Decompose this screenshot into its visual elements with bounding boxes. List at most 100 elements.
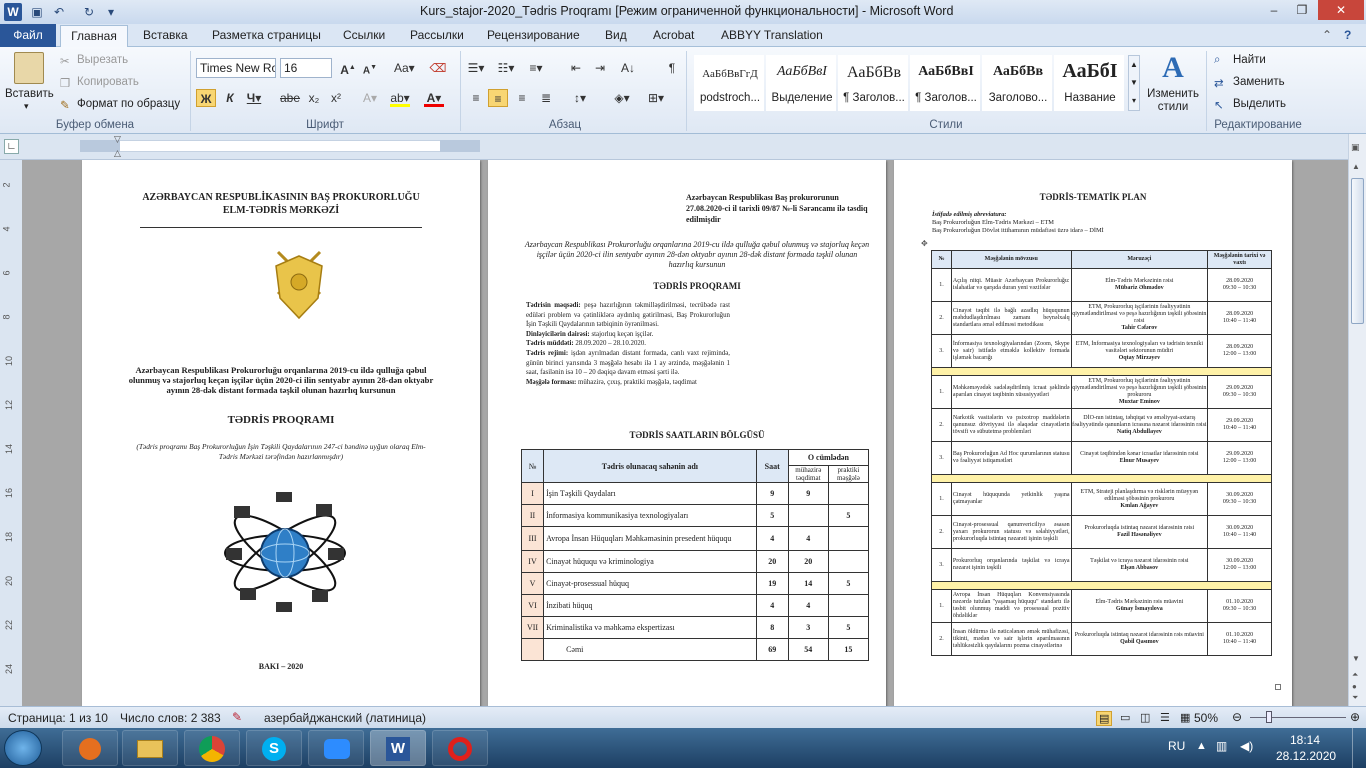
tab-insert[interactable]: Вставка — [143, 28, 188, 42]
show-desktop-button[interactable] — [1352, 728, 1366, 768]
tab-page-layout[interactable]: Разметка страницы — [212, 28, 321, 42]
customize-qat-icon[interactable]: ▾ — [102, 3, 120, 21]
strikethrough-icon[interactable]: abe — [280, 89, 300, 107]
start-button[interactable] — [4, 730, 42, 766]
paste-icon[interactable] — [14, 52, 44, 84]
bold-icon[interactable]: Ж — [196, 89, 216, 107]
explorer-icon[interactable] — [122, 730, 178, 766]
word-taskbar-icon[interactable]: W — [370, 730, 426, 766]
page-3[interactable]: TƏDRİS-TEMATİK PLAN İstifadə edilmiş abr… — [894, 160, 1292, 706]
underline-icon[interactable]: Ч▾ — [244, 89, 264, 107]
prev-page-icon[interactable]: ⏶ — [1352, 670, 1358, 680]
tray-arrow-icon[interactable]: ▲ — [1196, 740, 1207, 752]
tab-acrobat[interactable]: Acrobat — [653, 28, 694, 42]
decrease-indent-icon[interactable]: ⇤ — [566, 59, 586, 77]
next-page-icon[interactable]: ⏷ — [1352, 693, 1358, 703]
restore-button[interactable]: ❐ — [1288, 0, 1316, 20]
style-heading-3[interactable]: АаБбВв Заголово... — [982, 55, 1052, 111]
outline-icon[interactable]: ☰ — [1160, 711, 1170, 724]
grow-font-icon[interactable]: A▲ — [338, 59, 358, 77]
style-heading-2[interactable]: АаБбВвІ ¶ Заголов... — [910, 55, 980, 111]
highlight-icon[interactable]: ab▾ — [390, 89, 410, 107]
page-2[interactable]: Azərbaycan Respublikası Baş prokurorunun… — [488, 160, 886, 706]
proofing-icon[interactable]: ✎ — [232, 710, 242, 724]
line-spacing-icon[interactable]: ↕▾ — [570, 89, 590, 107]
style-podstroch[interactable]: АаБбВвГгД podstroch... — [694, 55, 764, 111]
tab-mailings[interactable]: Рассылки — [410, 28, 464, 42]
skype-icon[interactable]: S — [246, 730, 302, 766]
align-center-icon[interactable]: ≡ — [488, 89, 508, 107]
save-icon[interactable]: ▣ — [28, 3, 46, 21]
tab-abbyy[interactable]: ABBYY Translation — [721, 28, 823, 42]
borders-icon[interactable]: ⊞▾ — [646, 89, 666, 107]
hanging-indent-icon[interactable]: △ — [114, 148, 121, 159]
undo-icon[interactable]: ↶ — [50, 3, 68, 21]
word-app-icon[interactable]: W — [4, 3, 22, 21]
tab-selector-icon[interactable]: ∟ — [4, 139, 19, 154]
tab-review[interactable]: Рецензирование — [487, 28, 580, 42]
scroll-thumb[interactable] — [1351, 178, 1364, 324]
bullets-icon[interactable]: ☰▾ — [466, 59, 486, 77]
justify-icon[interactable]: ≣ — [536, 89, 556, 107]
clock-time[interactable]: 18:14 — [1290, 733, 1320, 747]
tab-view[interactable]: Вид — [605, 28, 627, 42]
clear-format-icon[interactable]: ⌫ — [428, 59, 448, 77]
zoom-out-icon[interactable]: ⊖ — [1232, 710, 1242, 724]
change-styles-button[interactable]: Изменить стили — [1146, 88, 1200, 114]
tab-home[interactable]: Главная — [60, 25, 128, 48]
page-count[interactable]: Страница: 1 из 10 — [8, 711, 108, 725]
change-styles-icon[interactable]: A — [1158, 51, 1188, 85]
zoom-app-icon[interactable] — [308, 730, 364, 766]
shrink-font-icon[interactable]: A▼ — [360, 59, 380, 77]
horizontal-ruler[interactable]: ∟ ▽ △ ▣ — [0, 134, 1366, 160]
subscript-icon[interactable]: x₂ — [304, 89, 324, 107]
format-painter-button[interactable]: Формат по образцу — [77, 98, 180, 110]
italic-icon[interactable]: К — [220, 89, 240, 107]
scroll-up-icon[interactable]: ▲ — [1352, 162, 1360, 171]
increase-indent-icon[interactable]: ⇥ — [590, 59, 610, 77]
style-title[interactable]: АаБбІ Название — [1054, 55, 1124, 111]
opera-icon[interactable] — [432, 730, 488, 766]
language[interactable]: азербайджанский (латиница) — [264, 711, 426, 725]
chrome-icon[interactable] — [184, 730, 240, 766]
styles-scroll[interactable]: ▲ ▼ ▾ — [1128, 55, 1140, 111]
close-button[interactable]: ✕ — [1318, 0, 1364, 20]
text-effects-icon[interactable]: A▾ — [360, 89, 380, 107]
zoom-slider[interactable] — [1250, 717, 1346, 718]
redo-icon[interactable]: ↻ — [80, 3, 98, 21]
show-formatting-icon[interactable]: ¶ — [662, 59, 682, 77]
scroll-down-icon[interactable]: ▼ — [1352, 654, 1360, 663]
zoom-slider-thumb[interactable] — [1266, 711, 1272, 723]
minimize-button[interactable]: – — [1260, 0, 1288, 20]
draft-icon[interactable]: ▦ — [1180, 711, 1190, 724]
help-icon[interactable]: ? — [1344, 28, 1351, 42]
table-resize-handle[interactable] — [1275, 684, 1281, 690]
table-move-handle-icon[interactable]: ✥ — [921, 239, 928, 248]
select-button[interactable]: Выделить — [1233, 98, 1286, 110]
media-player-icon[interactable] — [62, 730, 118, 766]
tab-references[interactable]: Ссылки — [343, 28, 385, 42]
page-1[interactable]: AZƏRBAYCAN RESPUBLİKASININ BAŞ PROKURORL… — [82, 160, 480, 706]
replace-button[interactable]: Заменить — [1233, 76, 1285, 88]
font-color-icon[interactable]: A▾ — [424, 89, 444, 107]
copy-button[interactable]: Копировать — [77, 76, 139, 88]
superscript-icon[interactable]: x² — [326, 89, 346, 107]
align-right-icon[interactable]: ≡ — [512, 89, 532, 107]
style-emphasis[interactable]: АаБбВвІ Выделение — [766, 55, 836, 111]
browse-object-icon[interactable]: ● — [1352, 682, 1357, 691]
paste-dropdown-icon[interactable]: ▾ — [24, 101, 29, 112]
cut-button[interactable]: Вырезать — [77, 54, 128, 66]
font-name-combo[interactable]: Times New Ro — [196, 58, 276, 78]
indent-marker-icon[interactable]: ▽ — [114, 134, 121, 145]
numbering-icon[interactable]: ☷▾ — [496, 59, 516, 77]
input-language[interactable]: RU — [1168, 739, 1185, 753]
change-case-icon[interactable]: Aa▾ — [394, 59, 415, 77]
style-heading-1[interactable]: АаБбВв ¶ Заголов... — [838, 55, 908, 111]
tab-file[interactable]: Файл — [0, 24, 56, 47]
full-screen-icon[interactable]: ▭ — [1120, 711, 1130, 724]
print-layout-icon[interactable]: ▤ — [1096, 711, 1113, 726]
align-left-icon[interactable]: ≡ — [466, 89, 486, 107]
multilevel-list-icon[interactable]: ≡▾ — [526, 59, 546, 77]
font-size-combo[interactable]: 16 — [280, 58, 332, 78]
find-button[interactable]: Найти — [1233, 54, 1266, 66]
